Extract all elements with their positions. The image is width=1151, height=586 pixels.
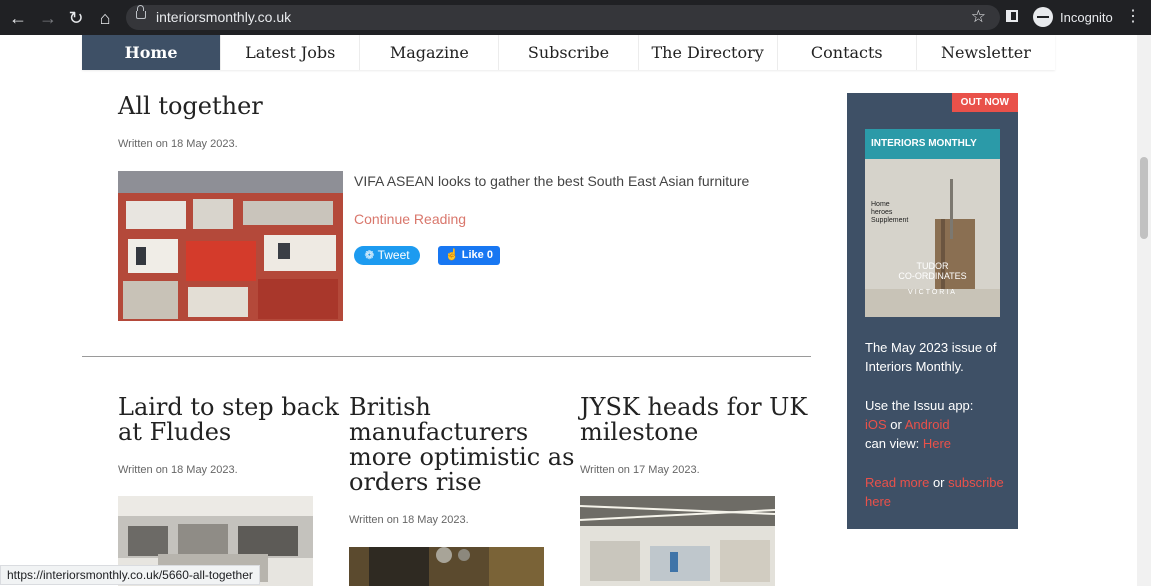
- title-line: orders rise: [349, 468, 482, 496]
- title-line: JYSK heads for UK: [580, 393, 808, 421]
- cover-feature: TUDOR CO-ORDINATES: [898, 261, 967, 281]
- side-panel-icon[interactable]: [1006, 10, 1018, 22]
- menu-item-subscribe[interactable]: Subscribe: [499, 35, 639, 70]
- bookmark-star-icon[interactable]: ☆: [971, 7, 986, 27]
- article-meta-jysk: Written on 17 May 2023.: [580, 464, 700, 476]
- read-more-text: Read more or subscribe here: [865, 473, 1005, 511]
- read-more-link[interactable]: Read more: [865, 475, 929, 490]
- app-text: Use the Issuu app:: [865, 398, 974, 413]
- cover-masthead: INTERIORS MONTHLY: [871, 138, 977, 149]
- cover-lines: Home heroes Supplement: [871, 201, 908, 225]
- scrollbar-thumb[interactable]: [1140, 157, 1148, 239]
- title-line: manufacturers: [349, 418, 529, 446]
- section-divider: [82, 356, 811, 357]
- continue-reading-link[interactable]: Continue Reading: [354, 211, 466, 227]
- like-label: Like 0: [461, 249, 493, 261]
- address-bar[interactable]: interiorsmonthly.co.uk ☆: [126, 5, 1000, 30]
- out-now-badge: OUT NOW: [951, 93, 1018, 112]
- android-link[interactable]: Android: [905, 417, 950, 432]
- cover-line: heroes: [871, 209, 893, 216]
- featured-excerpt: VIFA ASEAN looks to gather the best Sout…: [354, 173, 750, 189]
- menu-item-home[interactable]: Home: [82, 35, 222, 70]
- here-link[interactable]: Here: [923, 436, 951, 451]
- home-icon[interactable]: ⌂: [93, 6, 117, 30]
- address-url[interactable]: interiorsmonthly.co.uk: [156, 9, 291, 25]
- factory-photo[interactable]: [349, 547, 544, 586]
- expo-hall-photo[interactable]: [118, 171, 343, 321]
- magazine-promo: OUT NOW INTERIORS MONTHLY Home heroes Su…: [847, 93, 1018, 529]
- title-line: British: [349, 393, 431, 421]
- menu-item-directory[interactable]: The Directory: [639, 35, 778, 70]
- cover-line: Home: [871, 201, 890, 208]
- browser-toolbar: ← → ↻ ⌂ interiorsmonthly.co.uk ☆ Incogni…: [0, 0, 1151, 35]
- more-menu-icon[interactable]: ⋮: [1125, 7, 1141, 27]
- article-meta-british: Written on 18 May 2023.: [349, 514, 469, 526]
- magazine-cover[interactable]: INTERIORS MONTHLY Home heroes Supplement…: [865, 129, 1000, 317]
- article-meta-laird: Written on 18 May 2023.: [118, 464, 238, 476]
- reload-icon[interactable]: ↻: [64, 6, 88, 30]
- ios-link[interactable]: iOS: [865, 417, 887, 432]
- back-arrow-icon[interactable]: ←: [6, 6, 30, 30]
- can-view-text: can view:: [865, 436, 920, 451]
- link-status-bar: https://interiorsmonthly.co.uk/5660-all-…: [0, 565, 260, 585]
- menu-item-newsletter[interactable]: Newsletter: [917, 35, 1055, 70]
- page-scrollbar[interactable]: [1137, 35, 1151, 586]
- incognito-label[interactable]: Incognito: [1060, 10, 1113, 25]
- forward-arrow-icon[interactable]: →: [36, 6, 60, 30]
- main-menu: Home Latest Jobs Magazine Subscribe The …: [82, 35, 1055, 70]
- issuu-text: Use the Issuu app: iOS or Android can vi…: [865, 396, 1005, 453]
- article-title-british-manufacturers[interactable]: British manufacturers more optimistic as…: [349, 395, 574, 495]
- or-text-2: or: [932, 475, 945, 490]
- featured-title[interactable]: All together: [118, 94, 263, 119]
- web-page: Home Latest Jobs Magazine Subscribe The …: [0, 35, 1137, 586]
- or-text: or: [890, 417, 902, 432]
- menu-item-magazine[interactable]: Magazine: [360, 35, 500, 70]
- featured-meta: Written on 18 May 2023.: [118, 138, 238, 150]
- store-interior-photo[interactable]: [580, 496, 775, 586]
- incognito-icon: [1033, 7, 1053, 27]
- menu-item-latest-jobs[interactable]: Latest Jobs: [221, 35, 361, 70]
- twitter-bird-icon: ❁: [364, 248, 378, 262]
- title-line: milestone: [580, 418, 699, 446]
- facebook-like-button[interactable]: ☝ Like 0: [438, 246, 500, 265]
- title-line: Laird to step back: [118, 393, 339, 421]
- article-title-jysk[interactable]: JYSK heads for UK milestone: [580, 395, 807, 445]
- title-line: more optimistic as: [349, 443, 575, 471]
- thumbs-up-icon: ☝: [445, 249, 462, 261]
- cover-brand: VICTORIA: [908, 289, 957, 296]
- lock-icon: [136, 5, 146, 19]
- cover-line: Supplement: [871, 217, 909, 224]
- tweet-button[interactable]: ❁ Tweet: [354, 246, 420, 265]
- title-line: at Fludes: [118, 418, 232, 446]
- tweet-label: Tweet: [377, 248, 410, 262]
- article-title-laird[interactable]: Laird to step back at Fludes: [118, 395, 339, 445]
- menu-item-contacts[interactable]: Contacts: [778, 35, 917, 70]
- issue-text: The May 2023 issue of Interiors Monthly.: [865, 340, 997, 374]
